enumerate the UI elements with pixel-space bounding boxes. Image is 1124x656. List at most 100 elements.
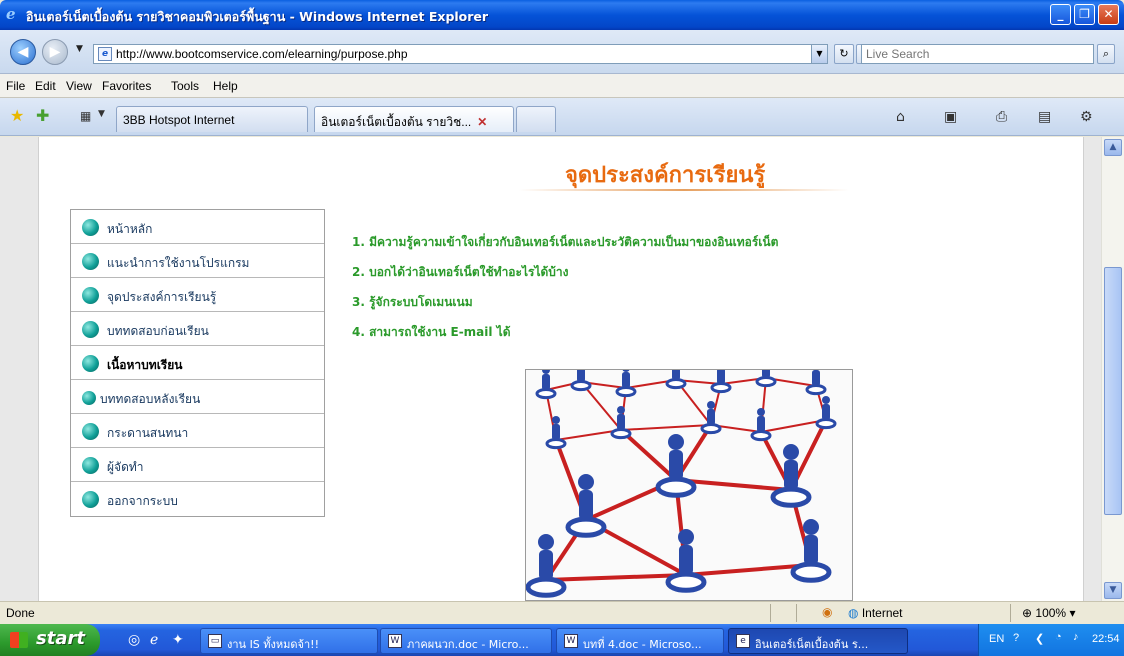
tray-arrow-icon[interactable]: ❮: [1035, 632, 1044, 645]
network-node-ring: [770, 486, 812, 508]
menu-bar: File Edit View Favorites Tools Help: [0, 74, 1124, 98]
bullet-icon: [82, 491, 99, 508]
history-dropdown-icon[interactable]: ▼: [76, 44, 83, 54]
quicklaunch-browser-icon[interactable]: ℯ: [150, 632, 158, 648]
ie-icon: e: [736, 634, 750, 648]
bullet-icon: [82, 321, 99, 338]
language-indicator[interactable]: EN: [989, 633, 1004, 645]
person-head: [822, 396, 830, 404]
nav-item-posttest[interactable]: บททดสอบหลังเรียน: [71, 380, 324, 414]
nav-item-objectives[interactable]: จุดประสงค์การเรียนรู้: [71, 278, 324, 312]
person-figure: [757, 416, 765, 432]
scroll-up-icon[interactable]: ▲: [1104, 139, 1122, 156]
bullet-icon: [82, 287, 99, 304]
favorites-star-icon[interactable]: ★: [10, 106, 24, 125]
person-figure: [552, 424, 560, 440]
search-icon[interactable]: ⌕: [1097, 44, 1115, 64]
network-node-ring: [610, 428, 632, 440]
menu-view[interactable]: View: [66, 79, 92, 93]
nav-item-lessons[interactable]: เนื้อหาบทเรียน: [71, 346, 324, 380]
quick-tabs-icon[interactable]: ▦: [80, 109, 91, 123]
tools-gear-icon[interactable]: ⚙: [1080, 109, 1093, 125]
tab-current[interactable]: อินเตอร์เน็ตเบื้องต้น รายวิช... ✕: [314, 106, 514, 132]
back-button[interactable]: ◀: [10, 39, 36, 65]
network-tray-icon[interactable]: ◔: [1055, 631, 1062, 643]
nav-label: ผู้จัดทำ: [107, 460, 144, 474]
nav-item-authors[interactable]: ผู้จัดทำ: [71, 448, 324, 482]
scroll-down-icon[interactable]: ▼: [1104, 582, 1122, 599]
volume-icon[interactable]: ♪: [1073, 631, 1079, 643]
search-box[interactable]: [861, 44, 1094, 64]
person-figure: [822, 404, 830, 420]
menu-help[interactable]: Help: [213, 79, 238, 93]
person-figure: [669, 450, 683, 480]
network-illustration: [525, 369, 853, 601]
nav-label: บททดสอบก่อนเรียน: [107, 324, 209, 338]
network-node-ring: [615, 386, 637, 398]
person-head: [678, 529, 694, 545]
bullet-icon: [82, 355, 99, 372]
minimize-button[interactable]: _: [1050, 4, 1071, 25]
search-input[interactable]: [862, 45, 1093, 63]
quicklaunch-media-icon[interactable]: ✦: [172, 632, 184, 648]
zone-label: Internet: [861, 606, 903, 620]
nav-label: หน้าหลัก: [107, 222, 153, 236]
person-figure: [707, 409, 715, 425]
refresh-button[interactable]: ↻: [834, 44, 854, 64]
menu-tools[interactable]: Tools: [171, 79, 199, 93]
page-icon: e: [98, 47, 112, 61]
nav-label: กระดานสนทนา: [107, 426, 189, 440]
close-tab-icon[interactable]: ✕: [477, 115, 487, 129]
zoom-level[interactable]: ⊕ 100% ▾: [1022, 606, 1075, 620]
tab-3bb-hotspot[interactable]: 3BB Hotspot Internet: [116, 106, 308, 132]
network-node-ring: [535, 388, 557, 400]
print-icon[interactable]: ⎙: [996, 109, 1007, 125]
network-node-ring: [815, 418, 837, 430]
maximize-button[interactable]: ❐: [1074, 4, 1095, 25]
home-icon[interactable]: ⌂: [896, 109, 905, 125]
task-folder[interactable]: ▭ งาน IS ทั้งหมดจ้า!!: [200, 628, 378, 654]
help-icon[interactable]: ?: [1013, 632, 1019, 644]
tab-bar: ★ ✚ ▦ ▼ 3BB Hotspot Internet อินเตอร์เน็…: [0, 98, 1124, 136]
security-zone[interactable]: ◍ Internet: [848, 606, 903, 620]
status-divider: [1010, 604, 1011, 622]
task-word-appendix[interactable]: W ภาคผนวก.doc - Micro...: [380, 628, 552, 654]
page-menu-icon[interactable]: ▤: [1038, 109, 1051, 125]
start-button[interactable]: start: [0, 624, 100, 656]
bullet-icon: [82, 457, 99, 474]
task-internet-explorer[interactable]: e อินเตอร์เน็ตเบื้องต้น ร...: [728, 628, 908, 654]
scroll-thumb[interactable]: [1104, 267, 1122, 515]
nav-item-pretest[interactable]: บททดสอบก่อนเรียน: [71, 312, 324, 346]
forward-button[interactable]: ▶: [42, 39, 68, 65]
new-tab-button[interactable]: [516, 106, 556, 132]
close-button[interactable]: ✕: [1098, 4, 1119, 25]
network-node-ring: [805, 384, 827, 396]
network-link: [620, 424, 712, 431]
tab-list-icon[interactable]: ▼: [98, 109, 105, 119]
nav-item-home[interactable]: หน้าหลัก: [71, 210, 324, 244]
address-dropdown-icon[interactable]: ▼: [811, 45, 827, 63]
nav-item-logout[interactable]: ออกจากระบบ: [71, 482, 324, 516]
network-node-ring: [655, 476, 697, 498]
bullet-icon: [82, 253, 99, 270]
nav-item-guide[interactable]: แนะนำการใช้งานโปรแกรม: [71, 244, 324, 278]
menu-file[interactable]: File: [6, 79, 25, 93]
network-link: [545, 573, 687, 582]
quicklaunch-ie-icon[interactable]: ◎: [128, 632, 140, 648]
side-nav: หน้าหลัก แนะนำการใช้งานโปรแกรม จุดประสงค…: [70, 209, 325, 517]
add-favorites-icon[interactable]: ✚: [36, 106, 49, 125]
nav-item-webboard[interactable]: กระดานสนทนา: [71, 414, 324, 448]
person-figure: [762, 370, 770, 378]
vertical-scrollbar[interactable]: ▲ ▼: [1101, 137, 1124, 601]
person-head: [552, 416, 560, 424]
objective-item: 1. มีความรู้ความเข้าใจเกี่ยวกับอินเทอร์เ…: [352, 235, 779, 249]
task-word-chapter4[interactable]: W บทที่ 4.doc - Microso...: [556, 628, 724, 654]
menu-favorites[interactable]: Favorites: [102, 79, 151, 93]
network-link: [619, 428, 678, 482]
ie-icon: e: [6, 5, 16, 23]
feeds-icon[interactable]: ▣: [944, 109, 957, 125]
status-bar: Done ◉ ◍ Internet ⊕ 100% ▾: [0, 601, 1124, 624]
word-doc-icon: W: [388, 634, 402, 648]
menu-edit[interactable]: Edit: [35, 79, 56, 93]
address-bar[interactable]: e http://www.bootcomservice.com/elearnin…: [93, 44, 828, 64]
